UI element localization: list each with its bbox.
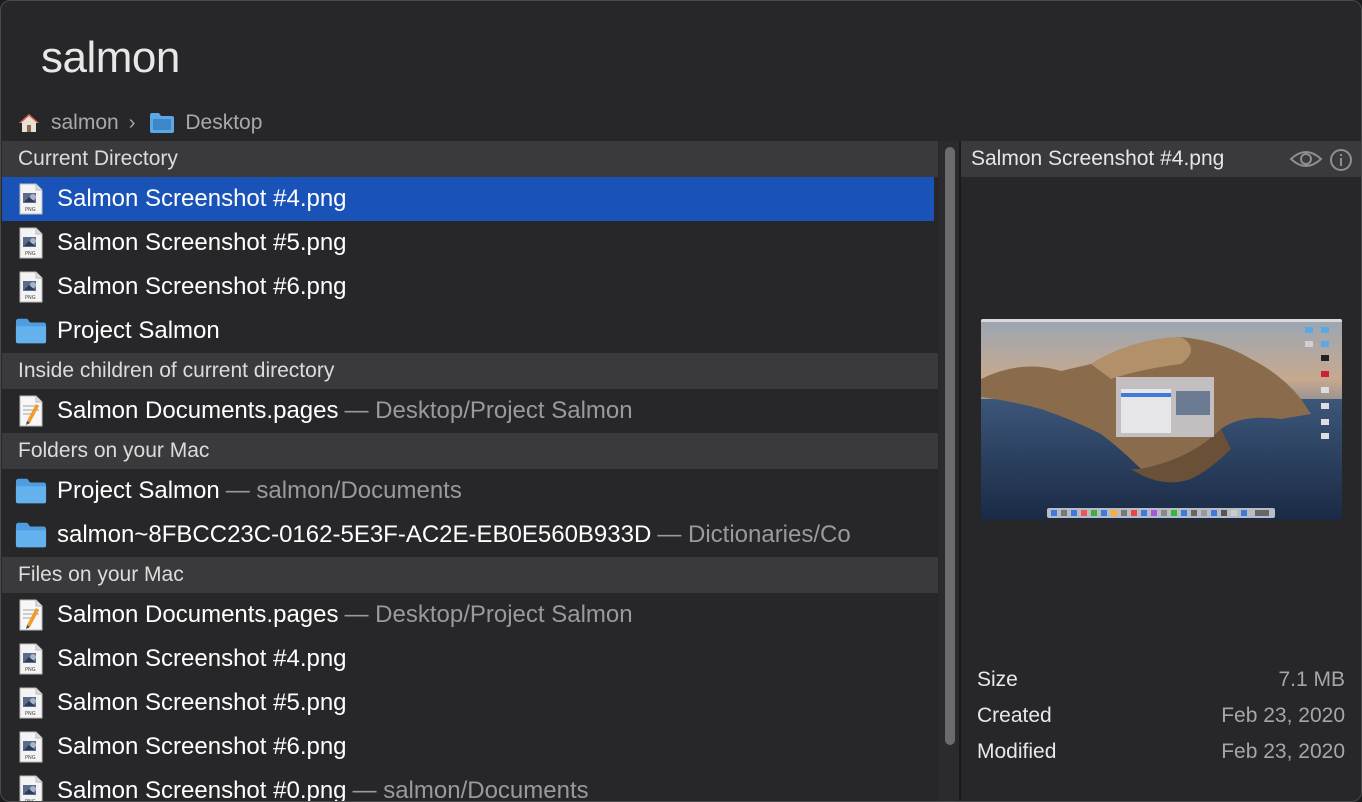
- preview-pane: Salmon Screenshot #4.png Size 7.1 MB Cre…: [961, 141, 1361, 801]
- png-file-icon: PNG: [15, 271, 47, 303]
- result-path: — salmon/Documents: [225, 477, 462, 504]
- result-name: Salmon Screenshot #4.png: [57, 645, 347, 672]
- section-files-on-mac: Files on your Mac: [2, 557, 938, 593]
- folder-icon: [15, 519, 47, 551]
- quick-look-eye-icon[interactable]: [1289, 147, 1323, 171]
- file-result-row[interactable]: Salmon Documents.pages — Desktop/Project …: [2, 593, 938, 637]
- meta-created-value: Feb 23, 2020: [1221, 704, 1345, 727]
- meta-size-row: Size 7.1 MB: [977, 668, 1345, 692]
- current-directory-row[interactable]: PNG Salmon Screenshot #5.png: [2, 221, 938, 265]
- result-name: Salmon Screenshot #5.png: [57, 689, 347, 716]
- result-path: — Desktop/Project Salmon: [344, 601, 633, 628]
- png-file-icon: PNG: [15, 775, 47, 801]
- pages-document-icon: [15, 599, 47, 631]
- result-name: Salmon Screenshot #5.png: [57, 229, 347, 256]
- folder-result-row[interactable]: salmon~8FBCC23C-0162-5E3F-AC2E-EB0E560B9…: [2, 513, 938, 557]
- preview-title: Salmon Screenshot #4.png: [971, 147, 1225, 170]
- svg-text:PNG: PNG: [25, 207, 36, 213]
- preview-thumbnail: [981, 319, 1342, 520]
- result-name: Salmon Screenshot #6.png: [57, 273, 347, 300]
- current-directory-row[interactable]: PNG Salmon Screenshot #6.png: [2, 265, 938, 309]
- png-file-icon: PNG: [15, 643, 47, 675]
- home-icon: [19, 114, 39, 132]
- meta-size-label: Size: [977, 668, 1018, 691]
- png-file-icon: PNG: [15, 227, 47, 259]
- result-name: Salmon Documents.pages: [57, 397, 339, 424]
- pages-document-icon: [15, 395, 47, 427]
- section-current-directory: Current Directory: [2, 141, 938, 177]
- result-name: Project Salmon: [57, 477, 220, 504]
- breadcrumb-desktop-label: Desktop: [185, 111, 263, 134]
- result-name: Salmon Screenshot #6.png: [57, 733, 347, 760]
- folder-result-row[interactable]: Project Salmon — salmon/Documents: [2, 469, 938, 513]
- result-name: Salmon Screenshot #4.png: [57, 185, 347, 212]
- result-name: Project Salmon: [57, 317, 220, 344]
- png-file-icon: PNG: [15, 731, 47, 763]
- png-file-icon: PNG: [15, 183, 47, 215]
- results-list[interactable]: Current Directory PNG Salmon Screenshot #…: [2, 141, 938, 802]
- folder-icon: [15, 475, 47, 507]
- section-folders-on-mac: Folders on your Mac: [2, 433, 938, 469]
- meta-modified-value: Feb 23, 2020: [1221, 740, 1345, 763]
- file-result-row[interactable]: PNG Salmon Screenshot #4.png: [2, 637, 938, 681]
- meta-size-value: 7.1 MB: [1278, 668, 1345, 691]
- breadcrumb-desktop[interactable]: Desktop: [149, 111, 262, 135]
- svg-text:PNG: PNG: [25, 251, 36, 257]
- breadcrumb-home-label: salmon: [51, 111, 119, 134]
- file-result-row[interactable]: PNG Salmon Screenshot #5.png: [2, 681, 938, 725]
- svg-text:PNG: PNG: [25, 755, 36, 761]
- result-name: Salmon Documents.pages: [57, 601, 339, 628]
- info-icon[interactable]: [1329, 148, 1353, 172]
- desktop-folder-icon: [150, 113, 175, 133]
- meta-modified-row: Modified Feb 23, 2020: [977, 740, 1345, 764]
- preview-header: Salmon Screenshot #4.png: [961, 141, 1361, 177]
- current-directory-row[interactable]: Project Salmon: [2, 309, 938, 353]
- meta-modified-label: Modified: [977, 740, 1057, 763]
- file-result-row[interactable]: PNG Salmon Screenshot #6.png: [2, 725, 938, 769]
- png-file-icon: PNG: [15, 687, 47, 719]
- current-directory-row[interactable]: PNG Salmon Screenshot #4.png: [2, 177, 934, 221]
- file-result-row[interactable]: PNG Salmon Screenshot #0.png — salmon/Docu…: [2, 769, 938, 802]
- svg-text:PNG: PNG: [25, 667, 36, 673]
- breadcrumb: salmon › Desktop: [17, 109, 262, 137]
- breadcrumb-separator: ›: [128, 111, 136, 134]
- breadcrumb-home[interactable]: salmon: [17, 111, 119, 135]
- result-name: salmon~8FBCC23C-0162-5E3F-AC2E-EB0E560B9…: [57, 521, 652, 548]
- result-path: — Desktop/Project Salmon: [344, 397, 633, 424]
- result-path: — Dictionaries/Co: [657, 521, 851, 548]
- svg-text:PNG: PNG: [25, 711, 36, 717]
- result-path: — salmon/Documents: [352, 777, 589, 802]
- meta-created-row: Created Feb 23, 2020: [977, 704, 1345, 728]
- inside-children-row[interactable]: Salmon Documents.pages — Desktop/Project …: [2, 389, 938, 433]
- meta-created-label: Created: [977, 704, 1052, 727]
- svg-text:PNG: PNG: [25, 295, 36, 301]
- section-inside-children: Inside children of current directory: [2, 353, 938, 389]
- search-query-field[interactable]: salmon: [41, 33, 180, 83]
- results-scrollbar-thumb[interactable]: [945, 147, 955, 745]
- spotlight-window: salmon salmon › Desktop Current Director…: [0, 0, 1362, 802]
- result-name: Salmon Screenshot #0.png: [57, 777, 347, 802]
- folder-icon: [15, 315, 47, 347]
